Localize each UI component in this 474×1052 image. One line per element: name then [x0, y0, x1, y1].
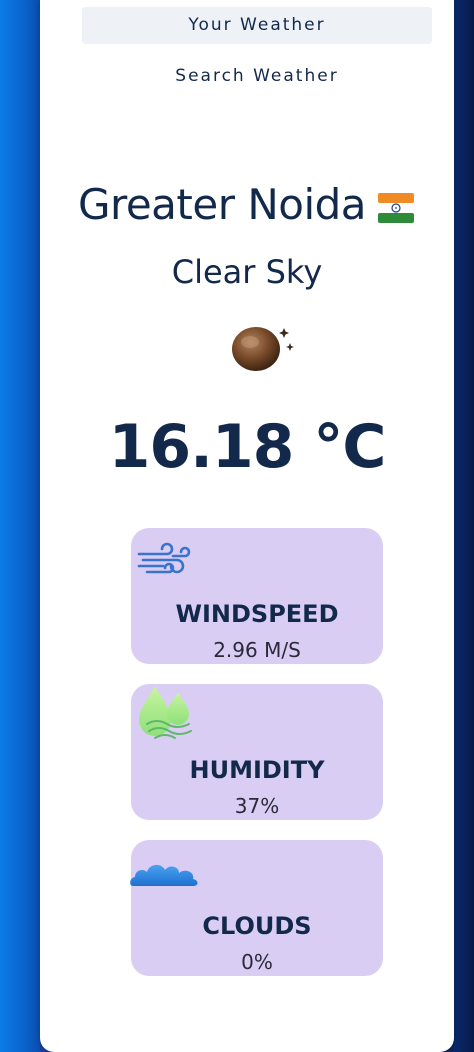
weather-card: Your Weather Search Weather Greater Noid… — [40, 0, 454, 1052]
temperature-value: 16.18 °C — [108, 412, 387, 482]
cloud-icon — [129, 856, 199, 895]
city-name: Greater Noida — [77, 180, 367, 229]
tab-search-weather[interactable]: Search Weather — [82, 58, 432, 95]
clouds-label: CLOUDS — [202, 912, 312, 940]
clouds-value: 0% — [241, 950, 273, 974]
weather-description: Clear Sky — [171, 253, 323, 291]
windspeed-value: 2.96 M/S — [213, 638, 301, 662]
background-left-edge — [0, 0, 40, 1052]
windspeed-label: WINDSPEED — [175, 600, 339, 628]
humidity-drops-icon — [133, 684, 195, 751]
india-flag-icon — [376, 187, 416, 223]
city-heading: Greater Noida — [40, 180, 454, 229]
humidity-label: HUMIDITY — [189, 756, 325, 784]
background-right-edge — [454, 0, 474, 1052]
clear-night-icon — [228, 322, 298, 374]
clouds-card: CLOUDS 0% — [129, 840, 383, 976]
humidity-card: HUMIDITY 37% — [131, 684, 383, 820]
tab-your-weather[interactable]: Your Weather — [82, 7, 432, 44]
wind-icon — [137, 542, 191, 583]
humidity-value: 37% — [234, 794, 280, 818]
windspeed-card: WINDSPEED 2.96 M/S — [131, 528, 383, 664]
